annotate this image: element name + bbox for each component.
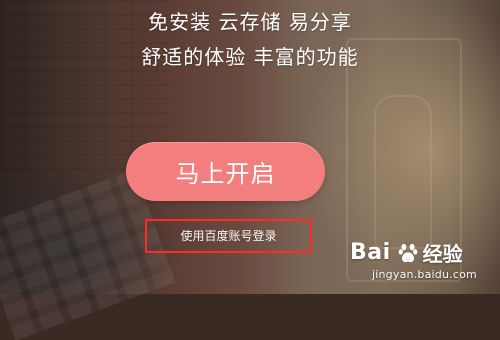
start-button[interactable]: 马上开启 xyxy=(126,142,325,201)
login-highlight-box: 使用百度账号登录 xyxy=(145,219,312,253)
watermark-url: jingyan.baidu.com xyxy=(372,268,477,281)
tagline-line-1: 免安装 云存储 易分享 xyxy=(148,10,352,34)
tagline-line-2: 舒适的体验 丰富的功能 xyxy=(141,45,359,69)
watermark-brand-left: Bai xyxy=(350,240,391,265)
baidu-account-login-link[interactable]: 使用百度账号登录 xyxy=(147,227,310,244)
welcome-screen: 免安装 云存储 易分享 舒适的体验 丰富的功能 马上开启 使用百度账号登录 Ba… xyxy=(0,0,500,294)
paw-icon xyxy=(397,242,419,264)
baidu-jingyan-watermark: Bai 经验 jingyan.baidu.com xyxy=(350,238,490,288)
watermark-brand-right: 经验 xyxy=(422,242,463,266)
watermark-brand: Bai 经验 xyxy=(350,238,463,267)
